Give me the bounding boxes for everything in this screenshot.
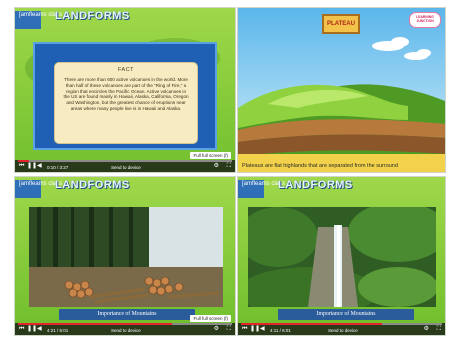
logo-text: LEARNING JUNCTION xyxy=(416,15,434,23)
caption-bar: Importance of Mountains xyxy=(59,309,195,320)
page-title: LANDFORMS xyxy=(55,179,130,191)
subtitle-caption: Plateaus are flat highlands that are sep… xyxy=(242,163,398,169)
video-panel-plateau[interactable]: PLATEAU LEARNING JUNCTION Plateaus are f… xyxy=(237,7,446,173)
fullscreen-tooltip: Full full screen (f) xyxy=(190,152,231,159)
progress-fill xyxy=(18,323,173,325)
cast-label[interactable]: Send to device xyxy=(328,328,358,333)
video-panel-logs[interactable]: [amfleams class LANDFORMS Importance of … xyxy=(14,176,236,336)
header: [amfleams class LANDFORMS xyxy=(238,177,445,201)
video-controls: ⏮ ❚❚ ◀ 4:11 / 6:01 Send to device ⚙ ⛶ xyxy=(238,323,445,335)
page-title: LANDFORMS xyxy=(55,10,130,22)
brand-logo: LEARNING JUNCTION xyxy=(409,12,441,28)
pause-icon[interactable]: ❚❚ xyxy=(27,163,37,170)
settings-icon[interactable]: ⚙ xyxy=(214,326,219,333)
fullscreen-icon[interactable]: ⛶ xyxy=(227,163,231,170)
page-title: LANDFORMS xyxy=(278,179,353,191)
cast-label[interactable]: Send to device xyxy=(111,328,141,333)
progress-fill xyxy=(241,323,382,325)
previous-icon[interactable]: ⏮ xyxy=(242,326,247,333)
header: [amfleams class LANDFORMS xyxy=(15,177,235,201)
cast-label[interactable]: Send to device xyxy=(111,165,141,170)
previous-icon[interactable]: ⏮ xyxy=(19,163,24,170)
caption-text: Importance of Mountains xyxy=(97,311,157,317)
volume-icon[interactable]: ◀ xyxy=(37,163,42,170)
waterfall-photo xyxy=(248,207,436,307)
volume-icon[interactable]: ◀ xyxy=(260,326,265,333)
fullscreen-icon[interactable]: ⛶ xyxy=(227,326,231,333)
volume-icon[interactable]: ◀ xyxy=(37,326,42,333)
progress-bar[interactable] xyxy=(18,323,232,325)
logged-forest-photo xyxy=(29,207,223,307)
video-controls: ⏮ ❚❚ ◀ 0:10 / 3:27 Send to device ⚙ ⛶ xyxy=(15,160,235,172)
plateau-sign: PLATEAU xyxy=(322,14,360,34)
fact-scroll: FACT There are more than 600 active volc… xyxy=(55,63,197,143)
settings-icon[interactable]: ⚙ xyxy=(214,163,219,170)
progress-fill xyxy=(18,160,29,162)
time-readout: 4:11 / 6:01 xyxy=(270,328,291,333)
time-readout: 4:21 / 6:01 xyxy=(47,328,69,333)
progress-bar[interactable] xyxy=(241,323,442,325)
caption-text: Importance of Mountains xyxy=(316,311,376,317)
video-panel-fact[interactable]: [amfleams class LANDFORMS FACT There are… xyxy=(14,7,236,173)
header: [amfleams class LANDFORMS xyxy=(15,8,235,32)
fact-body: There are more than 600 active volcanoes… xyxy=(63,77,189,111)
fullscreen-tooltip: Full full screen (f) xyxy=(190,315,231,322)
plateau-label: PLATEAU xyxy=(327,21,355,27)
previous-icon[interactable]: ⏮ xyxy=(19,326,24,333)
fact-title: FACT xyxy=(117,67,135,73)
video-panel-waterfall[interactable]: [amfleams class LANDFORMS Importance of … xyxy=(237,176,446,336)
video-controls: ⏮ ❚❚ ◀ 4:21 / 6:01 Send to device ⚙ ⛶ xyxy=(15,323,235,335)
time-readout: 0:10 / 3:27 xyxy=(47,165,69,170)
settings-icon[interactable]: ⚙ xyxy=(424,326,429,333)
pause-icon[interactable]: ❚❚ xyxy=(250,326,260,333)
fullscreen-icon[interactable]: ⛶ xyxy=(437,326,441,333)
pause-icon[interactable]: ❚❚ xyxy=(27,326,37,333)
progress-bar[interactable] xyxy=(18,160,232,162)
caption-bar: Importance of Mountains xyxy=(278,309,414,320)
